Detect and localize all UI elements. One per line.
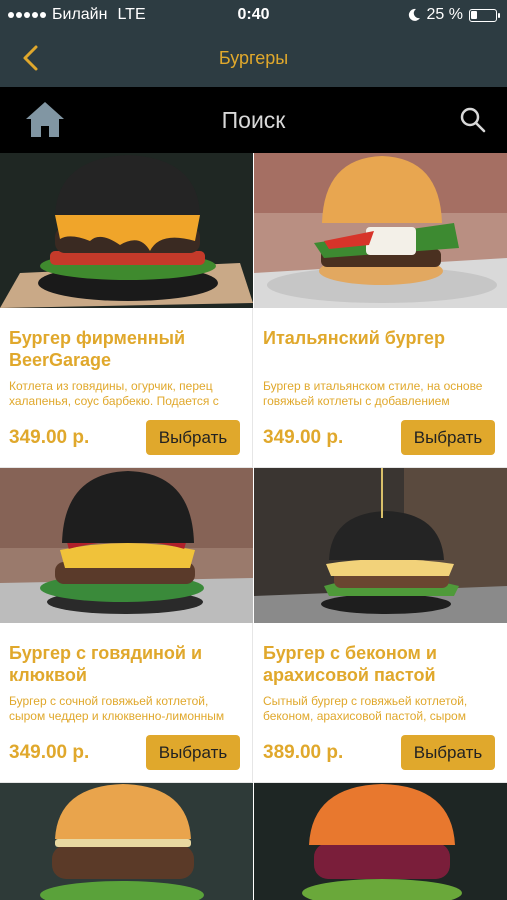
product-price: 349.00 р. bbox=[9, 427, 90, 448]
product-name: Бургер с говядиной и клюквой bbox=[9, 643, 203, 685]
product-description: Котлета из говядины, огурчик, перец хала… bbox=[9, 379, 219, 408]
product-description: Бургер с сочной говяжьей котлетой, сыром… bbox=[9, 694, 225, 723]
select-button[interactable]: Выбрать bbox=[401, 735, 495, 770]
product-price: 389.00 р. bbox=[263, 742, 344, 763]
select-button[interactable]: Выбрать bbox=[146, 420, 240, 455]
product-price: 349.00 р. bbox=[9, 742, 90, 763]
moon-icon bbox=[408, 8, 420, 21]
product-description: Бургер в итальянском стиле, на основе го… bbox=[263, 379, 483, 408]
select-button[interactable]: Выбрать bbox=[401, 420, 495, 455]
product-name: Бургер фирменный BeerGarage bbox=[9, 328, 186, 370]
product-card[interactable]: Бургер фирменный BeerGarage Котлета из г… bbox=[0, 153, 253, 468]
product-photo bbox=[0, 783, 253, 900]
product-card[interactable] bbox=[254, 783, 507, 900]
product-name: Бургер с беконом и арахисовой пастой bbox=[263, 643, 437, 685]
page-title: Бургеры bbox=[218, 48, 289, 68]
product-card[interactable] bbox=[0, 783, 253, 900]
product-card[interactable]: Итальянский бургер Бургер в итальянском … bbox=[254, 153, 507, 468]
product-description: Сытный бургер с говяжьей котлетой, бекон… bbox=[263, 694, 468, 723]
product-price: 349.00 р. bbox=[263, 427, 344, 448]
battery-icon bbox=[469, 8, 500, 22]
product-card[interactable]: Бургер с говядиной и клюквой Бургер с со… bbox=[0, 468, 253, 783]
battery-percent: 25 % bbox=[426, 6, 463, 23]
product-photo bbox=[254, 153, 507, 308]
product-card[interactable]: Бургер с беконом и арахисовой пастой Сыт… bbox=[254, 468, 507, 783]
select-button[interactable]: Выбрать bbox=[146, 735, 240, 770]
status-bar: Билайн LTE 0:40 25 % bbox=[0, 0, 507, 30]
search-bar: Поиск bbox=[0, 87, 507, 153]
product-photo bbox=[254, 783, 507, 900]
product-photo bbox=[0, 153, 253, 308]
product-photo bbox=[254, 468, 507, 623]
search-icon[interactable] bbox=[459, 106, 487, 134]
product-photo bbox=[0, 468, 253, 623]
top-bar: Билайн LTE 0:40 25 % Бургеры bbox=[0, 0, 507, 87]
search-input[interactable]: Поиск bbox=[0, 107, 507, 134]
product-name: Итальянский бургер bbox=[263, 328, 445, 348]
